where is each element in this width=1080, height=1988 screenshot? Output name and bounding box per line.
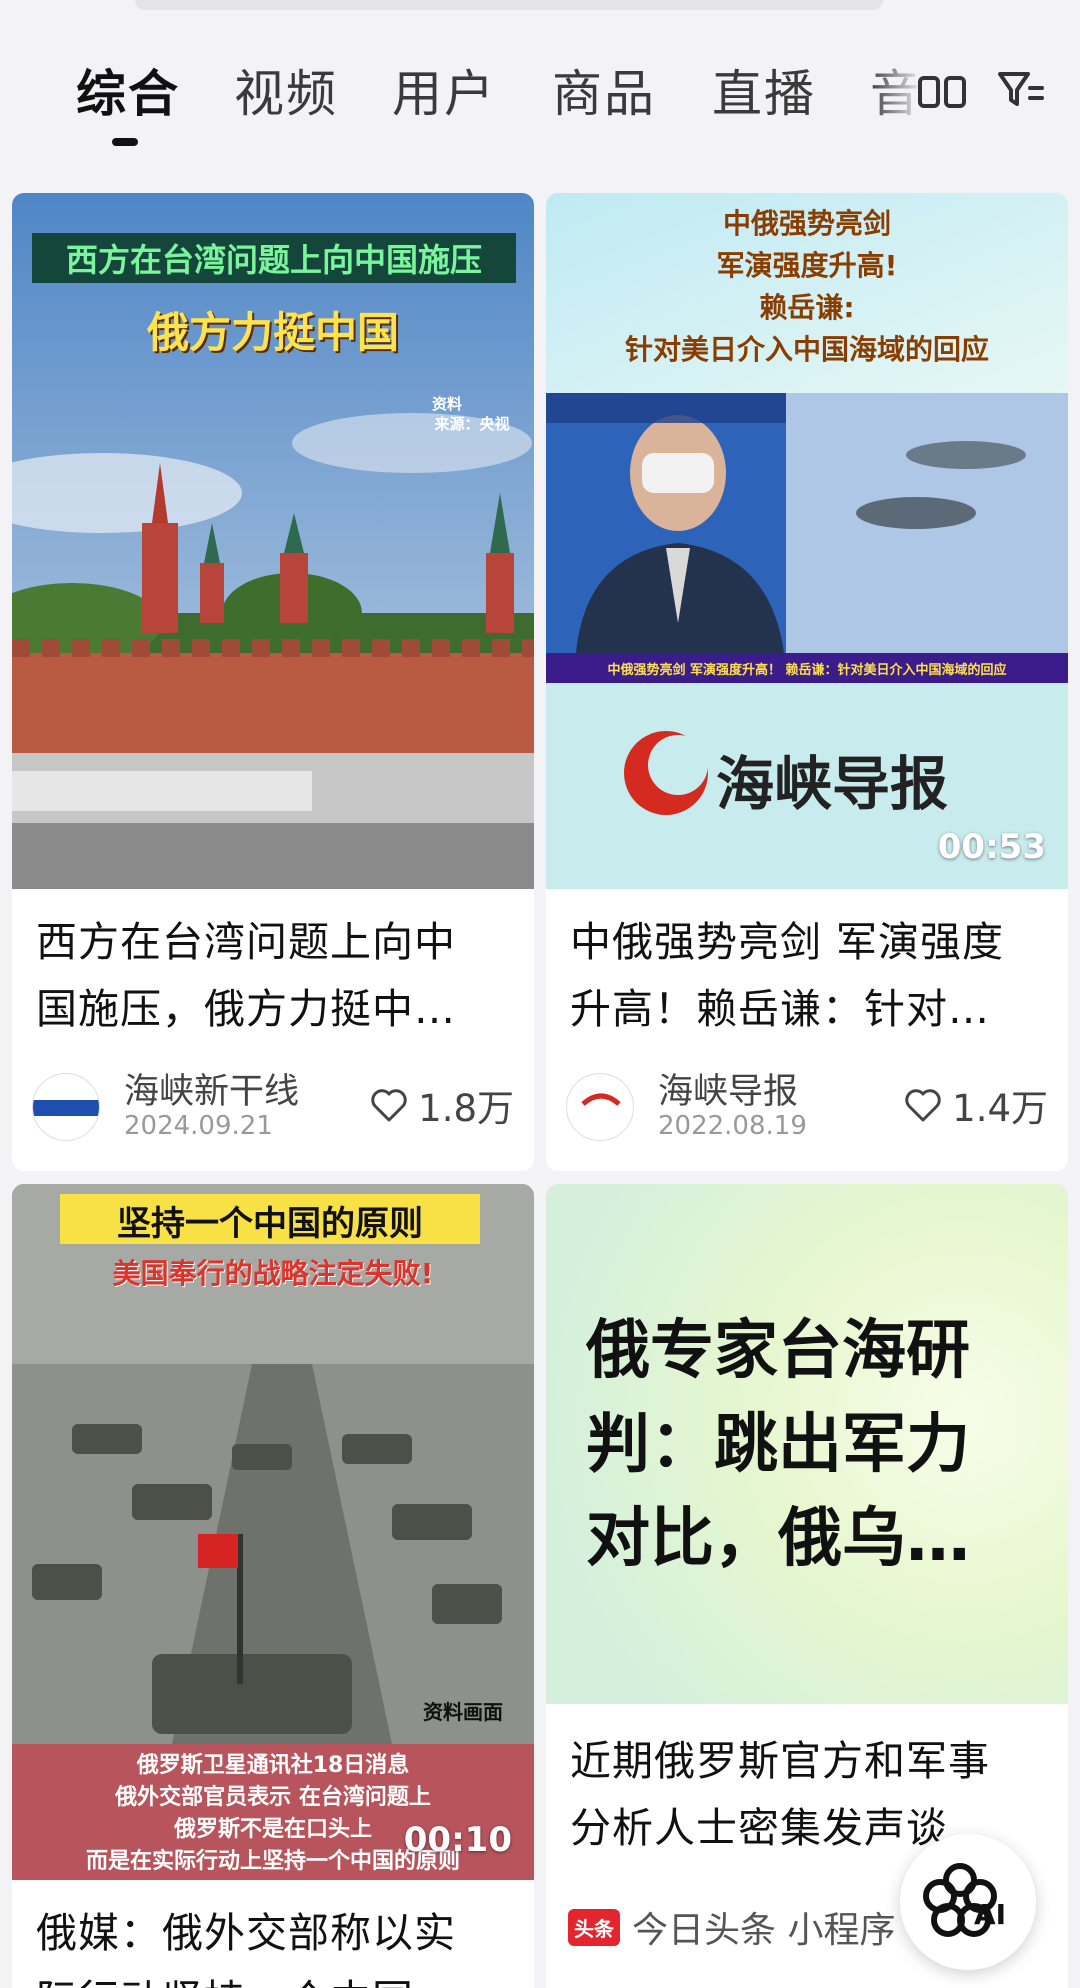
heart-icon [371,1089,407,1122]
video-duration: 00:10 [403,1820,512,1860]
ai-assistant-button[interactable]: AI [900,1834,1036,1970]
ai-label: AI [974,1898,1007,1931]
cover-headline: 俄专家台海研 判：跳出军力 对比，俄乌… [586,1314,970,1576]
top-drag-handle [135,0,883,10]
active-tab-indicator [112,138,138,146]
video-thumbnail[interactable]: 坚持一个中国的原则 美国奉行的战略注定失败! 资料画面 俄罗斯卫星通讯社18日消… [12,1184,534,1880]
overlay-source-line2: 来源：央视 [434,415,510,433]
grid-icon[interactable] [912,64,972,124]
card-title[interactable]: 西方在台湾问题上向中 国施压，俄方力挺中… [36,909,514,1043]
card-title[interactable]: 中俄强势亮剑 军演强度 升高！赖岳谦：针对… [570,909,1048,1043]
tab-products[interactable]: 商品 [552,54,656,126]
overlay-source-line1: 资料 [431,395,462,413]
video-duration: 00:53 [937,827,1046,867]
overlay-banner: 坚持一个中国的原则 [117,1204,423,1244]
avatar[interactable] [566,1073,634,1141]
toutiao-badge: 头条 [568,1908,620,1946]
overlay-source: 资料画面 [423,1700,503,1724]
source-row[interactable]: 头条 今日头条 小程序 [568,1902,895,1952]
filter-icon[interactable] [996,60,1046,120]
avatar[interactable] [32,1073,100,1141]
tab-video[interactable]: 视频 [234,54,338,126]
overlay-banner: 西方在台湾问题上向中国施压 [65,241,482,279]
source-name: 今日头条 小程序 [632,1910,896,1951]
like-count[interactable]: 1.4万 [904,1081,1048,1130]
flower-icon [923,1863,997,1937]
card-title[interactable]: 俄媒：俄外交部称以实 际行动坚持一个中国… [36,1900,514,1988]
overlay-subtitle: 美国奉行的战略注定失败! [112,1257,434,1290]
tab-live[interactable]: 直播 [712,54,816,126]
publish-date: 2022.08.19 [658,1111,807,1141]
search-category-tabs: 综合 视频 用户 商品 直播 音 [0,40,1080,170]
publish-date: 2024.09.21 [124,1111,273,1141]
result-card-1[interactable]: 西方在台湾问题上向中国施压 俄方力挺中国 资料 来源：央视 西方在台湾问题上向中… [12,193,534,1171]
overlay-title: 中俄强势亮剑 军演强度升高! 赖岳谦: 针对美日介入中国海域的回应 [624,207,989,366]
author-name[interactable]: 海峡新干线 [124,1063,299,1114]
author-row[interactable]: 海峡导报 2022.08.19 1.4万 [566,1063,1048,1143]
result-card-3[interactable]: 坚持一个中国的原则 美国奉行的战略注定失败! 资料画面 俄罗斯卫星通讯社18日消… [12,1184,534,1988]
video-thumbnail[interactable]: 西方在台湾问题上向中国施压 俄方力挺中国 资料 来源：央视 [12,193,534,889]
logo-text: 海峡导报 [716,750,949,818]
overlay-headline: 俄方力挺中国 [146,308,399,357]
like-count[interactable]: 1.8万 [370,1081,514,1130]
result-card-2[interactable]: 中俄强势亮剑 军演强度升高! 赖岳谦: 针对美日介入中国海域的回应 中俄强势亮剑… [546,193,1068,1171]
article-cover[interactable]: 俄专家台海研 判：跳出军力 对比，俄乌… [546,1184,1068,1704]
video-thumbnail[interactable]: 中俄强势亮剑 军演强度升高! 赖岳谦: 针对美日介入中国海域的回应 中俄强势亮剑… [546,193,1068,889]
tab-users[interactable]: 用户 [392,54,496,126]
tab-comprehensive[interactable]: 综合 [76,54,180,126]
author-name[interactable]: 海峡导报 [658,1063,798,1114]
author-row[interactable]: 海峡新干线 2024.09.21 1.8万 [32,1063,514,1143]
heart-icon [905,1089,941,1122]
news-ticker: 中俄强势亮剑 军演强度升高！ 赖岳谦：针对美日介入中国海域的回应 [607,663,1007,678]
